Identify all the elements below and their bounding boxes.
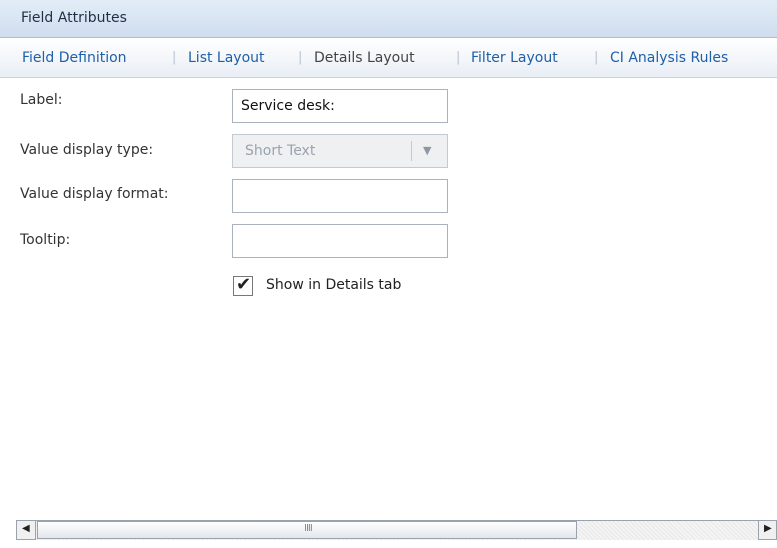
scroll-left-button[interactable]: ◀ — [16, 520, 36, 540]
tab-separator: | — [456, 50, 461, 65]
value-display-type-label: Value display type: — [20, 142, 154, 158]
arrow-right-icon: ▶ — [764, 523, 772, 534]
panel-header: Field Attributes — [0, 0, 777, 38]
tooltip-label: Tooltip: — [20, 232, 71, 248]
label-input[interactable] — [232, 89, 448, 123]
label-field-label: Label: — [20, 92, 63, 108]
tab-bar: Field Definition | List Layout | Details… — [0, 38, 777, 78]
tab-separator: | — [172, 50, 177, 65]
panel-title: Field Attributes — [21, 10, 127, 26]
tab-separator: | — [594, 50, 599, 65]
value-display-type-select[interactable]: Short Text ▼ — [232, 134, 448, 168]
select-divider — [411, 141, 412, 161]
tab-filter-layout[interactable]: Filter Layout — [471, 50, 558, 66]
checkmark-icon: ✔ — [236, 274, 252, 295]
tab-field-definition[interactable]: Field Definition — [22, 50, 127, 66]
tab-ci-analysis-rules[interactable]: CI Analysis Rules — [610, 50, 728, 66]
show-in-details-checkbox[interactable]: ✔ — [233, 274, 253, 296]
scrollbar-thumb[interactable]: IIII — [37, 521, 577, 539]
scroll-right-button[interactable]: ▶ — [758, 520, 777, 540]
tab-list-layout[interactable]: List Layout — [188, 50, 265, 66]
scrollbar-grip-icon: IIII — [304, 523, 313, 534]
tab-details-layout[interactable]: Details Layout — [314, 50, 415, 66]
value-display-format-label: Value display format: — [20, 186, 169, 202]
show-in-details-label: Show in Details tab — [266, 277, 402, 293]
value-display-type-value: Short Text — [245, 143, 316, 159]
chevron-down-icon: ▼ — [423, 144, 432, 157]
arrow-left-icon: ◀ — [22, 523, 30, 534]
value-display-format-input[interactable] — [232, 179, 448, 213]
tooltip-input[interactable] — [232, 224, 448, 258]
tab-separator: | — [298, 50, 303, 65]
